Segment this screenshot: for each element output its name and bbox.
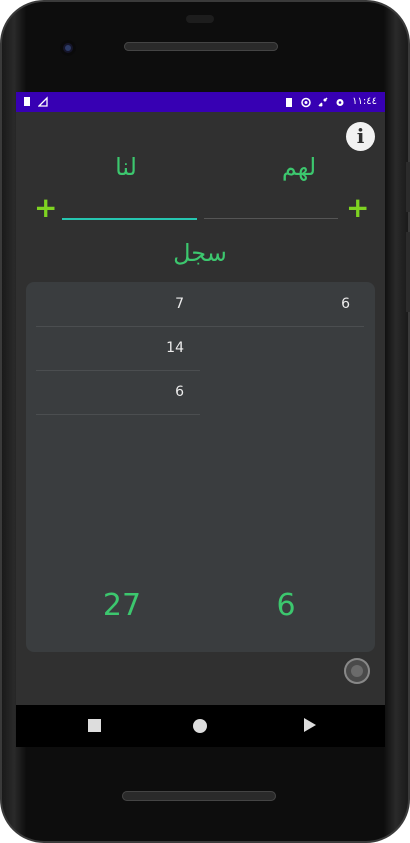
status-time: ١١:٤٤ <box>352 96 377 107</box>
us-total-score: 27 <box>102 588 142 623</box>
square-icon <box>88 719 101 732</box>
earpiece-speaker <box>124 42 278 51</box>
bottom-speaker <box>122 791 276 801</box>
them-score-row: 6 <box>200 282 364 327</box>
record-label: سجل <box>173 239 227 267</box>
info-icon: i <box>356 124 365 148</box>
phone-frame: ١١:٤٤ i لنا لهم + + سجل 7 14 6 6 27 6 <box>0 0 410 843</box>
add-us-score-button[interactable]: + <box>34 192 57 224</box>
top-notch <box>186 15 214 23</box>
sync-icon <box>301 97 311 107</box>
wifi-icon <box>318 96 328 107</box>
info-button[interactable]: i <box>346 122 375 151</box>
screen: ١١:٤٤ i لنا لهم + + سجل 7 14 6 6 27 6 <box>16 92 385 705</box>
signal-icon <box>38 96 48 107</box>
them-score-value: 6 <box>341 296 350 312</box>
us-score-value: 14 <box>166 340 184 356</box>
recents-button[interactable] <box>64 705 124 747</box>
us-score-row: 6 <box>36 370 200 415</box>
circle-icon <box>193 719 207 733</box>
us-score-input[interactable] <box>62 198 201 220</box>
settings-icon <box>336 98 344 106</box>
status-bar: ١١:٤٤ <box>16 92 385 112</box>
navigation-bar <box>16 705 385 747</box>
us-score-value: 7 <box>175 296 184 312</box>
add-them-score-button[interactable]: + <box>346 192 369 224</box>
them-score-input[interactable] <box>204 198 343 220</box>
battery-icon <box>24 97 30 106</box>
power-button <box>406 162 410 212</box>
home-button[interactable] <box>170 705 230 747</box>
app-content: i لنا لهم + + سجل 7 14 6 6 27 6 <box>16 112 385 705</box>
front-camera <box>60 40 76 56</box>
team-us-label: لنا <box>115 153 137 181</box>
team-them-label: لهم <box>281 153 317 181</box>
them-input-underline <box>204 218 338 219</box>
us-score-row: 7 <box>36 282 200 327</box>
us-score-value: 6 <box>175 384 184 400</box>
them-total-score: 6 <box>276 588 296 623</box>
us-input-underline <box>62 218 197 220</box>
sd-card-icon <box>286 97 293 107</box>
triangle-icon <box>304 718 316 732</box>
volume-button <box>406 232 410 312</box>
us-score-row: 14 <box>36 326 200 371</box>
score-record-card: 7 14 6 6 27 6 <box>26 282 375 652</box>
back-button[interactable] <box>278 705 338 747</box>
record-toggle-button[interactable] <box>344 658 370 684</box>
